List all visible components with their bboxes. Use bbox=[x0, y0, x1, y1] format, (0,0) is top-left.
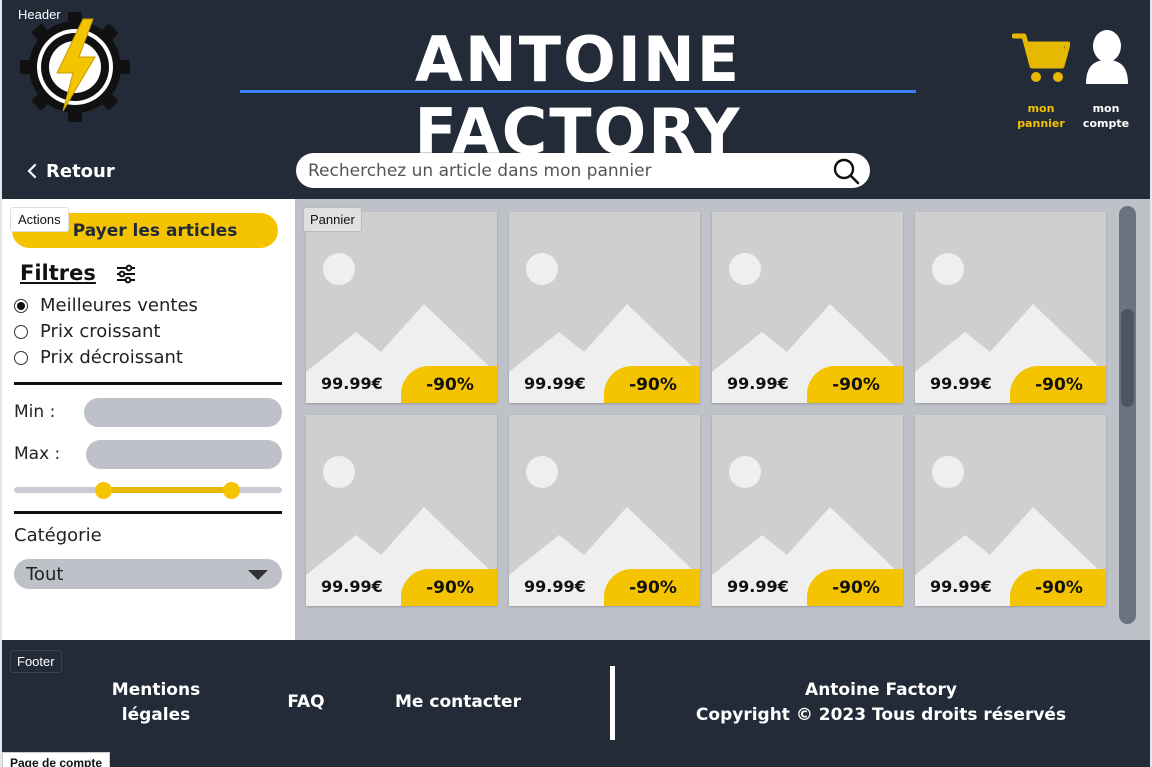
discount-badge: -90% bbox=[401, 366, 497, 403]
legal-line1: Mentions bbox=[111, 680, 201, 700]
discount-badge: -90% bbox=[401, 569, 497, 606]
product-card[interactable]: 99.99€ -90% bbox=[712, 415, 903, 606]
page-frame: Header ANTOINE FACTORY mon pannier mon c… bbox=[0, 0, 1152, 767]
discount-badge: -90% bbox=[1010, 569, 1106, 606]
product-card[interactable]: 99.99€ -90% bbox=[712, 212, 903, 403]
radio-button[interactable] bbox=[14, 324, 28, 339]
sort-option-best-sellers[interactable]: Meilleures ventes bbox=[14, 295, 198, 316]
filters-sidebar: Payer les articles Actions Filtres Meill… bbox=[2, 199, 295, 640]
copyright-text: Copyright © 2023 Tous droits réservés bbox=[695, 705, 1067, 725]
product-card[interactable]: 99.99€ -90% bbox=[509, 212, 700, 403]
pannier-tag: Pannier bbox=[303, 207, 362, 232]
brand-underline bbox=[240, 90, 916, 93]
chevron-left-icon bbox=[27, 163, 37, 179]
product-card[interactable]: 99.99€ -90% bbox=[509, 415, 700, 606]
cart-link[interactable]: mon pannier bbox=[1010, 101, 1072, 131]
discount-badge: -90% bbox=[604, 569, 700, 606]
footer-separator bbox=[610, 666, 615, 740]
cart-products-grid: 99.99€ -90% 99.99€ -90% 99.99€ -90% 99.99€ -90%… bbox=[295, 199, 1150, 640]
filters-title: Filtres bbox=[20, 261, 96, 285]
legal-line2: légales bbox=[121, 705, 191, 725]
product-price: 99.99€ bbox=[930, 374, 992, 393]
discount-badge: -90% bbox=[807, 366, 903, 403]
sort-option-label: Meilleures ventes bbox=[40, 295, 198, 316]
radio-button[interactable] bbox=[14, 350, 28, 365]
brand-title: ANTOINE FACTORY bbox=[414, 23, 742, 168]
scrollbar-thumb[interactable] bbox=[1121, 309, 1134, 407]
discount-badge: -90% bbox=[807, 569, 903, 606]
price-slider-max-handle[interactable] bbox=[223, 482, 240, 499]
chevron-down-icon bbox=[248, 570, 268, 580]
search-icon[interactable] bbox=[832, 157, 860, 185]
discount-badge: -90% bbox=[1010, 366, 1106, 403]
divider bbox=[14, 382, 282, 385]
back-button[interactable]: Retour bbox=[26, 158, 115, 184]
product-card[interactable]: 99.99€ -90% bbox=[306, 212, 497, 403]
contact-link[interactable]: Me contacter bbox=[388, 690, 528, 715]
actions-tag: Actions bbox=[10, 207, 69, 232]
gear-lightning-logo-icon[interactable] bbox=[20, 12, 130, 122]
product-price: 99.99€ bbox=[321, 577, 383, 596]
search-input[interactable] bbox=[308, 160, 832, 181]
faq-link[interactable]: FAQ bbox=[278, 690, 334, 715]
divider bbox=[14, 511, 282, 514]
category-value: Tout bbox=[26, 563, 64, 585]
user-account-icon[interactable] bbox=[1084, 30, 1130, 86]
account-link[interactable]: mon compte bbox=[1078, 101, 1134, 131]
sort-option-price-asc[interactable]: Prix croissant bbox=[14, 321, 160, 342]
product-price: 99.99€ bbox=[524, 374, 586, 393]
cart-label-line1: mon bbox=[1027, 102, 1055, 115]
max-label: Max : bbox=[14, 444, 61, 464]
sort-option-price-desc[interactable]: Prix décroissant bbox=[14, 347, 183, 368]
sort-option-label: Prix croissant bbox=[40, 321, 161, 342]
min-price-input[interactable] bbox=[84, 398, 282, 427]
sort-option-label: Prix décroissant bbox=[40, 347, 183, 368]
product-card[interactable]: 99.99€ -90% bbox=[915, 415, 1106, 606]
back-label: Retour bbox=[46, 160, 115, 182]
price-slider-min-handle[interactable] bbox=[95, 482, 112, 499]
price-slider-range bbox=[104, 487, 232, 493]
cart-label-line2: pannier bbox=[1017, 117, 1065, 130]
max-price-input[interactable] bbox=[86, 440, 282, 469]
page-tag: Page de compte bbox=[2, 752, 111, 767]
category-select[interactable]: Tout bbox=[14, 559, 282, 589]
min-label: Min : bbox=[14, 402, 56, 422]
product-price: 99.99€ bbox=[727, 374, 789, 393]
radio-button[interactable] bbox=[14, 298, 28, 313]
company-name: Antoine Factory bbox=[805, 680, 957, 700]
product-card[interactable]: 99.99€ -90% bbox=[915, 212, 1106, 403]
product-price: 99.99€ bbox=[727, 577, 789, 596]
product-price: 99.99€ bbox=[321, 374, 383, 393]
product-price: 99.99€ bbox=[930, 577, 992, 596]
search-bar bbox=[296, 153, 870, 188]
category-label: Catégorie bbox=[14, 525, 102, 546]
discount-badge: -90% bbox=[604, 366, 700, 403]
footer-tag: Footer bbox=[10, 650, 62, 673]
product-card[interactable]: 99.99€ -90% bbox=[306, 415, 497, 606]
product-price: 99.99€ bbox=[524, 577, 586, 596]
account-label-line2: compte bbox=[1082, 117, 1130, 130]
footer: Footer Mentions légales FAQ Me contacter… bbox=[2, 640, 1150, 767]
sliders-icon[interactable] bbox=[114, 262, 138, 286]
header: Header ANTOINE FACTORY mon pannier mon c… bbox=[2, 0, 1150, 199]
shopping-cart-icon[interactable] bbox=[1012, 32, 1070, 84]
scrollbar-track[interactable] bbox=[1119, 206, 1136, 624]
copyright-block: Antoine Factory Copyright © 2023 Tous dr… bbox=[682, 678, 1080, 728]
account-label-line1: mon bbox=[1092, 102, 1120, 115]
legal-mentions-link[interactable]: Mentions légales bbox=[100, 678, 212, 728]
